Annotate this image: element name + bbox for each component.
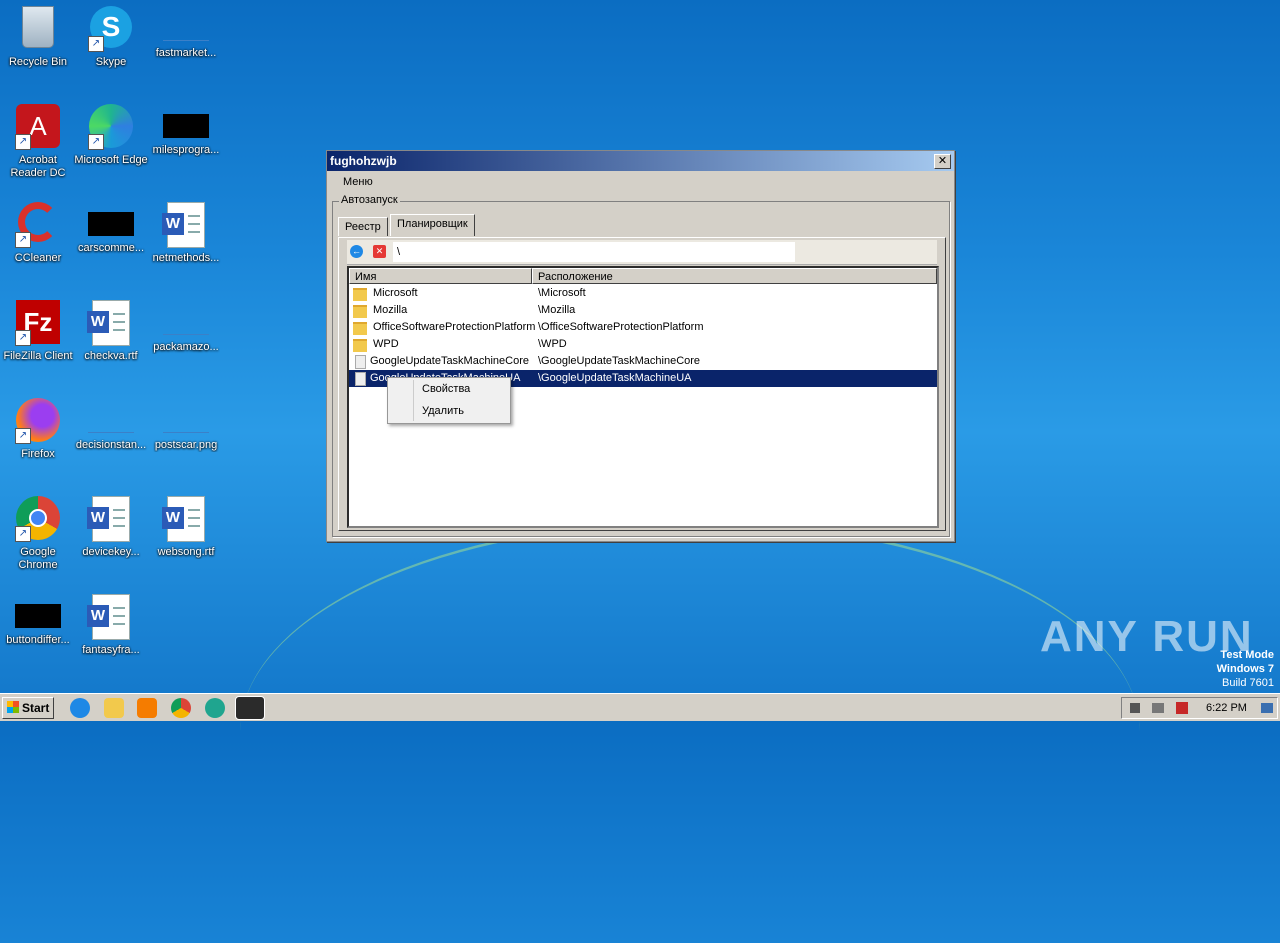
explorer-folder-icon[interactable]	[104, 698, 124, 718]
app-window: fughohzwjb ✕ Меню Автозапуск Реестр План…	[326, 150, 955, 542]
desktop-icon-chrome[interactable]: ↗ Google Chrome	[0, 490, 76, 580]
desktop-icon-carscomme[interactable]: carscomme...	[73, 196, 149, 286]
delete-icon[interactable]: ✕	[373, 245, 386, 258]
desktop-icon-decisionstan[interactable]: decisionstan...	[73, 392, 149, 482]
show-desktop-icon[interactable]	[1261, 703, 1273, 713]
firefox-icon: ↗	[15, 398, 61, 444]
clock[interactable]: 6:22 PM	[1206, 698, 1247, 718]
menu-item-delete[interactable]: Удалить	[422, 401, 464, 421]
menu-item-properties[interactable]: Свойства	[422, 379, 470, 399]
desktop-icon-fantasyfra[interactable]: W fantasyfra...	[73, 588, 149, 678]
chrome-icon: ↗	[15, 496, 61, 542]
group-title: Автозапуск	[339, 194, 400, 206]
file-icon	[163, 114, 209, 138]
internet-explorer-icon[interactable]	[70, 698, 90, 718]
desktop-icon-milesprogra[interactable]: milesprogra...	[148, 98, 224, 188]
chrome-taskbar-icon[interactable]	[171, 698, 191, 718]
taskbar: Start 6:22 PM	[0, 693, 1280, 721]
skype-icon: S ↗	[88, 6, 134, 52]
folder-icon	[353, 305, 367, 318]
tab-registry[interactable]: Реестр	[338, 217, 388, 236]
desktop-icon-acrobat[interactable]: A ↗ Acrobat Reader DC	[0, 98, 76, 188]
menu-item[interactable]: Меню	[343, 176, 373, 188]
path-field[interactable]: \	[393, 242, 795, 262]
list-item[interactable]: Microsoft \Microsoft	[349, 285, 937, 302]
desktop-icon-filezilla[interactable]: Fz ↗ FileZilla Client	[0, 294, 76, 384]
word-doc-icon: W	[162, 496, 209, 542]
windows-logo-icon	[7, 701, 19, 713]
desktop-icon-buttondiffer[interactable]: buttondiffer...	[0, 588, 76, 678]
tab-scheduler[interactable]: Планировщик	[390, 214, 475, 236]
folder-icon	[353, 288, 367, 301]
desktop-icon-devicekey[interactable]: W devicekey...	[73, 490, 149, 580]
window-titlebar[interactable]: fughohzwjb ✕	[327, 151, 954, 171]
media-player-icon[interactable]	[137, 698, 157, 718]
word-doc-icon: W	[162, 202, 209, 248]
folder-icon	[353, 322, 367, 335]
task-icon	[355, 355, 366, 369]
menu-gutter	[413, 380, 414, 421]
desktop-icon-edge[interactable]: ↗ Microsoft Edge	[73, 98, 149, 188]
start-button[interactable]: Start	[2, 697, 54, 719]
autorun-group: Автозапуск Реестр Планировщик ← ✕ \ Имя …	[332, 194, 950, 537]
speaker-icon[interactable]	[1130, 703, 1140, 713]
list-item[interactable]: Mozilla \Mozilla	[349, 302, 937, 319]
wallpaper-swirl	[240, 520, 1140, 943]
column-header-name[interactable]: Имя	[349, 268, 532, 284]
word-doc-icon: W	[87, 594, 134, 640]
network-icon[interactable]	[1152, 703, 1164, 713]
file-icon	[163, 402, 209, 433]
flag-icon[interactable]	[1176, 702, 1188, 714]
back-icon[interactable]: ←	[350, 245, 363, 258]
folder-icon	[353, 339, 367, 352]
desktop-icon-checkva[interactable]: W checkva.rtf	[73, 294, 149, 384]
file-icon	[163, 304, 209, 335]
file-icon	[88, 402, 134, 433]
desktop-icon-netmethods[interactable]: W netmethods...	[148, 196, 224, 286]
list-item[interactable]: GoogleUpdateTaskMachineCore \GoogleUpdat…	[349, 353, 937, 370]
file-icon	[163, 10, 209, 41]
desktop-icon-recycle-bin[interactable]: Recycle Bin	[0, 0, 76, 90]
desktop-icon-postscar[interactable]: postscar.png	[148, 392, 224, 482]
context-menu: Свойства Удалить	[387, 377, 511, 424]
list-item[interactable]: OfficeSoftwareProtectionPlatform \Office…	[349, 319, 937, 336]
acrobat-icon: A ↗	[15, 104, 61, 150]
word-doc-icon: W	[87, 300, 134, 346]
edge-taskbar-icon[interactable]	[205, 698, 225, 718]
desktop-icon-packamazo[interactable]: packamazo...	[148, 294, 224, 384]
file-icon	[88, 212, 134, 236]
file-icon	[15, 604, 61, 628]
list-item[interactable]: WPD \WPD	[349, 336, 937, 353]
desktop-icon-firefox[interactable]: ↗ Firefox	[0, 392, 76, 482]
word-doc-icon: W	[87, 496, 134, 542]
ccleaner-icon: ↗	[15, 202, 61, 248]
toolbar: ← ✕ \	[347, 240, 937, 265]
app-taskbar-icon[interactable]	[235, 696, 265, 720]
filezilla-icon: Fz ↗	[15, 300, 61, 346]
column-header-location[interactable]: Расположение	[532, 268, 937, 284]
desktop-icon-fastmarket[interactable]: fastmarket...	[148, 0, 224, 90]
desktop-icon-skype[interactable]: S ↗ Skype	[73, 0, 149, 90]
system-tray: 6:22 PM	[1121, 697, 1278, 719]
recycle-bin-icon	[15, 6, 61, 52]
edge-icon: ↗	[88, 104, 134, 150]
menubar: Меню	[327, 171, 954, 193]
window-title: fughohzwjb	[330, 154, 397, 168]
test-mode-notice: Test Mode Windows 7 Build 7601	[1216, 649, 1274, 689]
close-button[interactable]: ✕	[934, 154, 951, 169]
task-icon	[355, 372, 366, 386]
desktop-icon-websong[interactable]: W websong.rtf	[148, 490, 224, 580]
desktop-icon-ccleaner[interactable]: ↗ CCleaner	[0, 196, 76, 286]
